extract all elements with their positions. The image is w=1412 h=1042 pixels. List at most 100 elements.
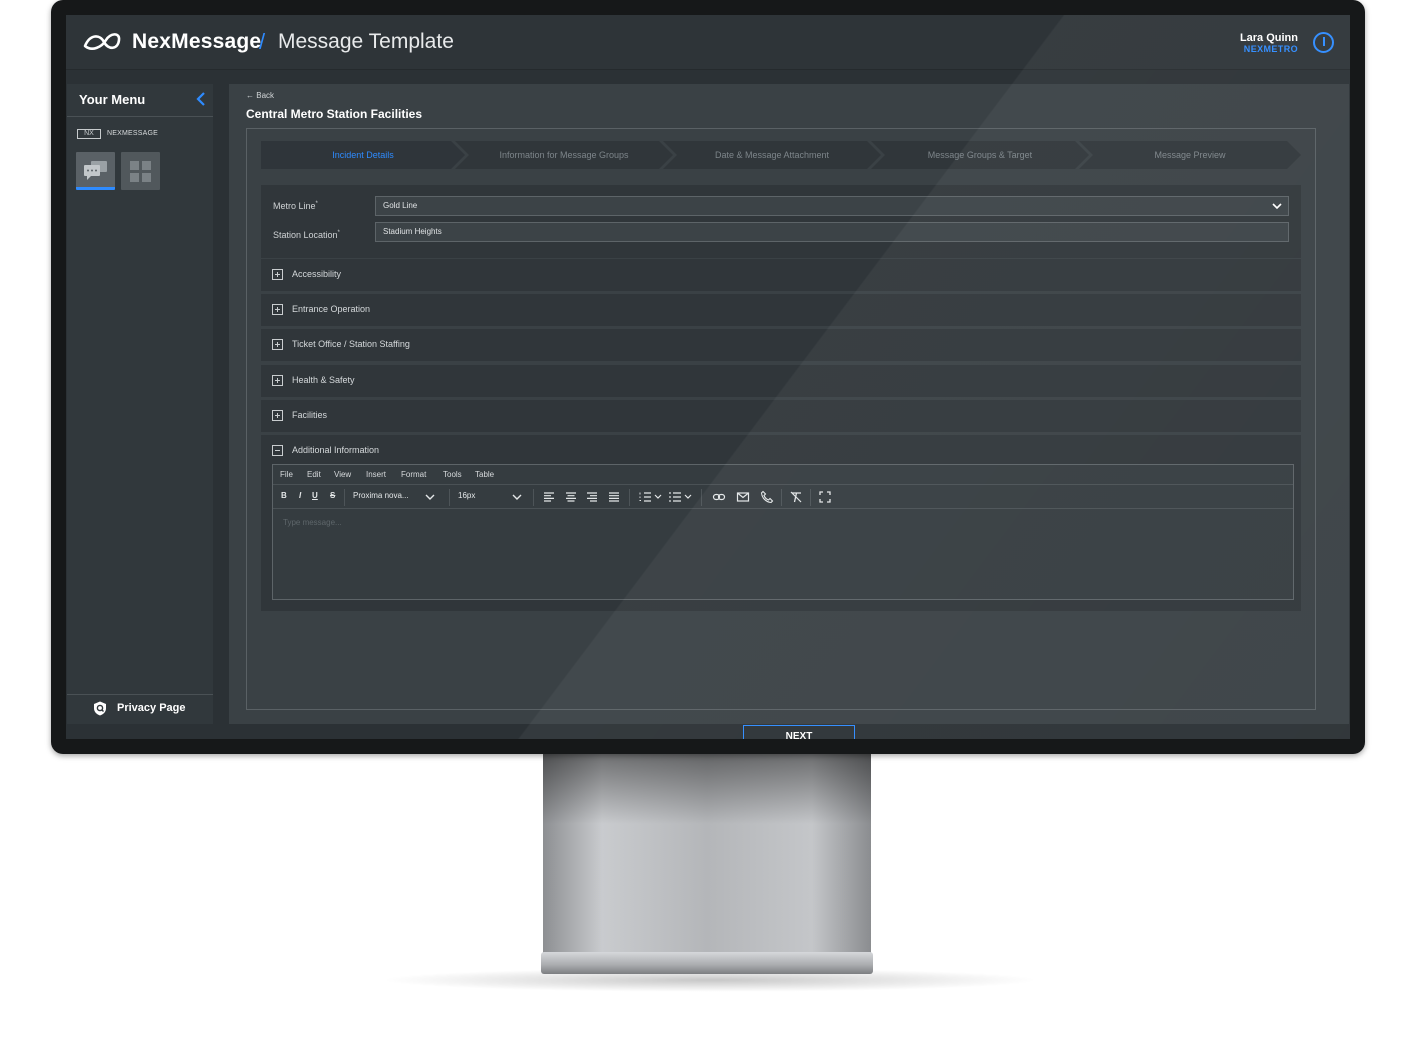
station-location-input[interactable]: Stadium Heights	[375, 222, 1289, 242]
plus-icon	[272, 304, 283, 315]
chevron-left-icon[interactable]	[194, 91, 208, 107]
strikethrough-button[interactable]: S	[330, 491, 335, 500]
step-information-for-message-groups[interactable]: Information for Message Groups	[455, 141, 673, 169]
privacy-page-link[interactable]: Privacy Page	[93, 701, 186, 716]
toolbar-separator	[629, 489, 630, 506]
chevron-down-icon[interactable]	[423, 490, 437, 504]
section-accessibility[interactable]: Accessibility	[261, 259, 1301, 291]
product-name: NEXMESSAGE	[107, 130, 159, 137]
chat-icon	[84, 161, 107, 180]
monitor-frame: NexMessage / Message Template Lara Quinn…	[51, 0, 1365, 754]
font-size-select[interactable]: 16px	[458, 491, 475, 500]
form-title: Central Metro Station Facilities	[246, 107, 423, 121]
step-date-message-attachment[interactable]: Date & Message Attachment	[663, 141, 881, 169]
screen: NexMessage / Message Template Lara Quinn…	[66, 15, 1350, 739]
page-title: Message Template	[278, 30, 454, 53]
link-icon[interactable]	[712, 490, 726, 504]
section-label: Ticket Office / Station Staffing	[292, 339, 410, 349]
sidebar-item-dashboard[interactable]	[121, 152, 160, 190]
product-badge: NX	[77, 129, 101, 139]
step-message-preview[interactable]: Message Preview	[1079, 141, 1301, 169]
title-separator: /	[259, 29, 266, 54]
metro-line-value: Gold Line	[383, 201, 418, 210]
brand-name: NexMessage	[132, 30, 262, 53]
underline-button[interactable]: U	[312, 491, 318, 500]
location-fields: Metro Line* Gold Line Station Location* …	[261, 185, 1301, 258]
shield-icon	[94, 701, 106, 716]
station-location-label: Station Location*	[273, 230, 340, 240]
privacy-divider	[67, 694, 213, 695]
editor-menu-bar: File Edit View Insert Format Tools Table	[273, 465, 1293, 485]
arrow-left-icon: ←	[246, 91, 257, 100]
numbered-list-icon[interactable]	[638, 490, 666, 504]
toolbar-separator	[810, 489, 811, 506]
monitor-stand	[543, 754, 871, 954]
clear-formatting-icon[interactable]	[789, 490, 803, 504]
section-health-safety[interactable]: Health & Safety	[261, 365, 1301, 397]
fullscreen-icon[interactable]	[818, 490, 832, 504]
metro-line-select[interactable]: Gold Line	[375, 196, 1289, 216]
bullet-list-icon[interactable]	[668, 490, 696, 504]
user-organization: NEXMETRO	[1243, 44, 1298, 54]
section-label: Facilities	[292, 410, 328, 420]
menu-file[interactable]: File	[280, 470, 293, 479]
plus-icon	[272, 339, 283, 350]
menu-insert[interactable]: Insert	[366, 470, 386, 479]
main-content: ← Back Central Metro Station Facilities …	[229, 84, 1349, 739]
align-center-icon[interactable]	[564, 490, 578, 504]
toolbar-separator	[533, 489, 534, 506]
toolbar-separator	[344, 489, 345, 506]
phone-icon[interactable]	[760, 490, 774, 504]
sidebar: Your Menu NX NEXMESSAGE Privacy Page	[67, 84, 213, 724]
rich-text-editor: File Edit View Insert Format Tools Table…	[272, 464, 1294, 600]
align-justify-icon[interactable]	[607, 490, 621, 504]
chevron-down-icon[interactable]	[510, 490, 524, 504]
menu-table[interactable]: Table	[475, 470, 494, 479]
menu-view[interactable]: View	[334, 470, 351, 479]
message-textarea[interactable]: Type message...	[283, 518, 342, 527]
back-label: Back	[256, 91, 275, 100]
align-right-icon[interactable]	[585, 490, 599, 504]
font-family-select[interactable]: Proxima nova...	[353, 491, 409, 500]
italic-button[interactable]: I	[299, 491, 301, 500]
next-button[interactable]: NEXT	[743, 725, 855, 739]
section-label: Accessibility	[292, 269, 342, 279]
menu-format[interactable]: Format	[401, 470, 426, 479]
section-facilities[interactable]: Facilities	[261, 400, 1301, 432]
privacy-label: Privacy Page	[117, 702, 186, 714]
monitor-base	[541, 952, 873, 974]
toolbar-separator	[781, 489, 782, 506]
plus-icon	[272, 410, 283, 421]
section-additional-information: Additional Information File Edit View In…	[261, 435, 1301, 611]
form-panel: Incident Details Information for Message…	[246, 128, 1316, 739]
plus-icon	[272, 375, 283, 386]
minus-icon[interactable]	[272, 445, 283, 456]
bold-button[interactable]: B	[281, 491, 287, 500]
plus-icon	[272, 269, 283, 280]
back-link[interactable]: ← Back	[246, 91, 274, 100]
email-icon[interactable]	[736, 490, 750, 504]
toolbar-separator	[701, 489, 702, 506]
section-ticket-office[interactable]: Ticket Office / Station Staffing	[261, 329, 1301, 361]
top-bar: NexMessage / Message Template Lara Quinn…	[66, 15, 1350, 70]
section-entrance-operation[interactable]: Entrance Operation	[261, 294, 1301, 326]
step-incident-details[interactable]: Incident Details	[261, 141, 465, 169]
section-label: Health & Safety	[292, 375, 355, 385]
nexmessage-logo-icon	[83, 33, 121, 50]
section-label: Entrance Operation	[292, 304, 371, 314]
toolbar-separator	[449, 489, 450, 506]
grid-icon	[130, 161, 151, 182]
section-label[interactable]: Additional Information	[292, 445, 379, 455]
menu-tools[interactable]: Tools	[443, 470, 462, 479]
stepper: Incident Details Information for Message…	[261, 141, 1301, 169]
sidebar-item-messages[interactable]	[76, 152, 115, 190]
sidebar-divider	[67, 116, 213, 117]
step-message-groups-target[interactable]: Message Groups & Target	[871, 141, 1089, 169]
user-name[interactable]: Lara Quinn	[1240, 32, 1298, 44]
menu-edit[interactable]: Edit	[307, 470, 321, 479]
chevron-down-icon	[1272, 203, 1282, 210]
align-left-icon[interactable]	[542, 490, 556, 504]
power-icon[interactable]	[1313, 32, 1334, 53]
sidebar-title: Your Menu	[79, 92, 146, 107]
metro-line-label: Metro Line*	[273, 201, 318, 211]
